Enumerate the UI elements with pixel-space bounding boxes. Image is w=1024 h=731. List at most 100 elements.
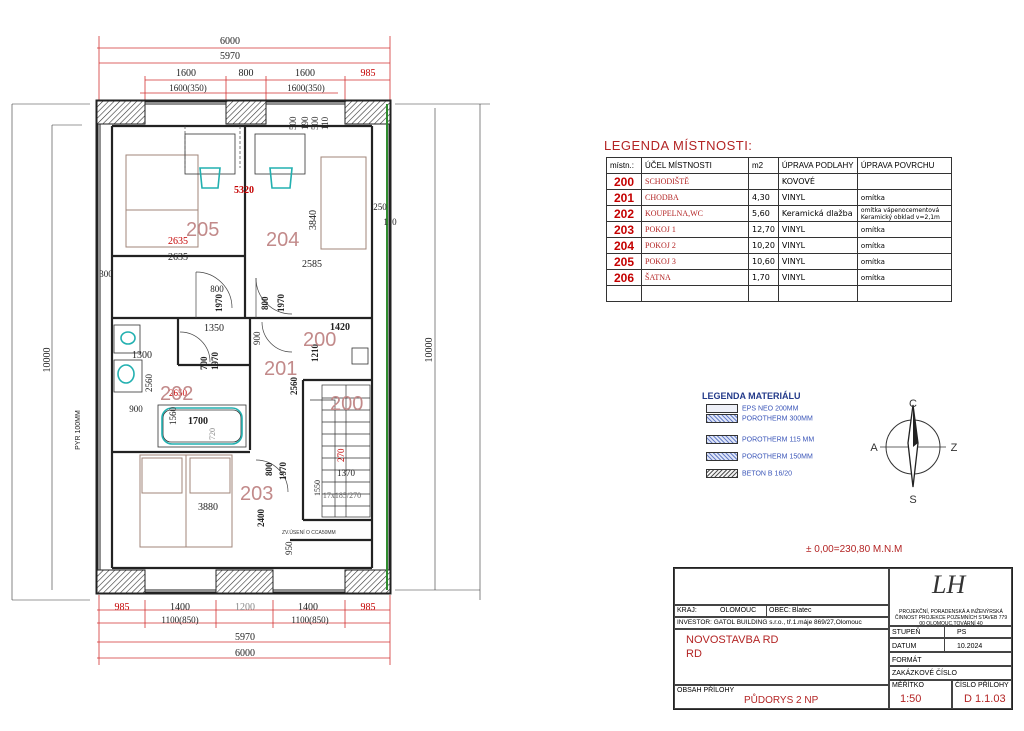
dim-label: 800 bbox=[210, 284, 224, 294]
dim-side-note: PYR 100MM bbox=[75, 410, 82, 450]
material-item: BETON B 16/20 bbox=[706, 469, 792, 478]
dim-label: 1600 bbox=[176, 68, 196, 79]
room-area: 5,60 bbox=[748, 205, 779, 222]
title-block: LH PROJEKČNÍ, PORADENSKÁ A INŽENÝRSKÁ ČI… bbox=[673, 567, 1013, 710]
dim-label: 1400 bbox=[298, 602, 318, 613]
dim-label: 800 bbox=[239, 68, 254, 79]
room-wall: omítka bbox=[856, 253, 953, 270]
plan-note: ZV.ÚSENÍ O CCA50MM bbox=[282, 529, 336, 536]
col-header: ÚČEL MÍSTNOSTI bbox=[641, 157, 749, 174]
project-title: NOVOSTAVBA RD bbox=[686, 634, 779, 646]
company-info: PROJEKČNÍ, PORADENSKÁ A INŽENÝRSKÁ ČINNO… bbox=[894, 609, 1008, 627]
table-row: 202 KOUPELNA,WC 5,60 Keramická dlažba om… bbox=[606, 205, 953, 222]
kraj-value: OLOMOUC bbox=[720, 607, 757, 614]
datum-label: DATUM bbox=[892, 643, 917, 650]
compass-north: C bbox=[909, 398, 917, 410]
col-header: místn.: bbox=[606, 157, 642, 174]
material-item: POROTHERM 300MM bbox=[706, 414, 813, 423]
room-name: CHODBA bbox=[641, 189, 749, 206]
priloha-value: D 1.1.03 bbox=[964, 693, 1006, 705]
dim-label: 1370 bbox=[337, 468, 356, 478]
zakazka-label: ZAKÁZKOVÉ ČÍSLO bbox=[892, 670, 957, 677]
room-name: POKOJ 2 bbox=[641, 237, 749, 254]
room-id: 200 bbox=[606, 173, 642, 190]
datum-value: 10.2024 bbox=[957, 643, 983, 650]
dim-label: 985 bbox=[115, 602, 130, 613]
dim-label: 1350 bbox=[204, 323, 224, 334]
room-wall: omítka bbox=[856, 189, 953, 206]
room-floor: VINYL bbox=[777, 189, 858, 206]
dim-label: 1600(350) bbox=[287, 83, 325, 93]
dim-label: 2585 bbox=[302, 259, 322, 270]
room-floor: VINYL bbox=[777, 221, 858, 238]
material-label: POROTHERM 300MM bbox=[742, 415, 813, 423]
col-header: m2 bbox=[748, 157, 779, 174]
dim-inner-bottom: 5970 bbox=[235, 632, 255, 643]
room-legend-title: LEGENDA MÍSTNOSTI: bbox=[604, 138, 753, 153]
dim-label: 1560 bbox=[168, 407, 178, 426]
room-legend-table: místn.: ÚČEL MÍSTNOSTI m2 ÚPRAVA PODLAHY… bbox=[606, 157, 953, 302]
room-number-200: 200 bbox=[303, 329, 336, 351]
compass-east: Z bbox=[951, 442, 958, 454]
table-row: 200 SCHODIŠTĚ KOVOVÉ bbox=[606, 173, 953, 190]
stupen-value: PS bbox=[957, 629, 967, 636]
obec-label: OBEC: bbox=[769, 607, 791, 614]
material-swatch bbox=[706, 404, 738, 413]
table-row: 205 POKOJ 3 10,60 VINYL omítka bbox=[606, 253, 953, 270]
dim-label: 300 bbox=[99, 269, 113, 279]
elevation-reference: ± 0,00=230,80 M.N.M bbox=[806, 544, 903, 555]
room-area: 4,30 bbox=[748, 189, 779, 206]
dim-side-right: 10000 bbox=[424, 338, 435, 363]
priloha-label: ČÍSLO PŘÍLOHY bbox=[955, 682, 1009, 689]
dim-label: 950 bbox=[284, 541, 294, 555]
room-floor: KOVOVÉ bbox=[777, 173, 858, 190]
room-name: SCHODIŠTĚ bbox=[641, 173, 749, 190]
company-logo: LH bbox=[932, 570, 966, 599]
dim-label: 2635 bbox=[168, 236, 188, 247]
room-area: 12,70 bbox=[748, 221, 779, 238]
dim-label: 190 bbox=[300, 116, 310, 130]
room-numbers: 205 204 200 201 202 200 203 bbox=[160, 219, 363, 505]
room-id: 202 bbox=[606, 205, 642, 222]
room-floor: VINYL bbox=[777, 269, 858, 286]
material-swatch bbox=[706, 452, 738, 461]
dim-label: 500 bbox=[288, 116, 298, 130]
compass-rose-icon: C S A Z bbox=[870, 398, 958, 505]
compass-south: S bbox=[909, 494, 916, 505]
col-header: ÚPRAVA PODLAHY bbox=[777, 157, 858, 174]
table-row: 203 POKOJ 1 12,70 VINYL omítka bbox=[606, 221, 953, 238]
material-item: POROTHERM 115 MM bbox=[706, 435, 814, 444]
dim-overall-bottom: 6000 bbox=[235, 648, 255, 659]
dim-label: 500 bbox=[310, 116, 320, 130]
table-header-row: místn.: ÚČEL MÍSTNOSTI m2 ÚPRAVA PODLAHY… bbox=[606, 157, 953, 174]
room-floor: Keramická dlažba bbox=[777, 205, 858, 222]
dim-label: 1550 bbox=[313, 480, 322, 496]
room-number-204: 204 bbox=[266, 229, 299, 251]
dim-label: 2560 bbox=[144, 374, 154, 393]
plan-dimension-labels: 6000 5970 1600 800 1600 985 1600(350) 16… bbox=[42, 36, 435, 659]
floor-plan: 6000 5970 1600 800 1600 985 1600(350) 16… bbox=[11, 36, 490, 665]
room-floor: VINYL bbox=[777, 253, 858, 270]
dim-label: 1100(850) bbox=[291, 615, 328, 625]
room-wall: omítka vápenocementová Keramický obklad … bbox=[856, 205, 953, 222]
dim-label: 800 bbox=[260, 296, 270, 310]
meritko-label: MĚŘÍTKO bbox=[892, 682, 924, 689]
dim-label: 1600 bbox=[295, 68, 315, 79]
dim-side-left: 10000 bbox=[42, 348, 53, 373]
dim-label: 1300 bbox=[132, 350, 152, 361]
material-legend-title: LEGENDA MATERIÁLU bbox=[702, 391, 801, 401]
room-wall: omítka bbox=[856, 269, 953, 286]
dim-label: 1970 bbox=[276, 294, 286, 313]
room-wall: omítka bbox=[856, 237, 953, 254]
format-label: FORMÁT bbox=[892, 657, 922, 664]
room-area bbox=[748, 173, 779, 190]
obsah-label: OBSAH PŘÍLOHY bbox=[677, 687, 735, 694]
investor-info: INVESTOR: GATOL BUILDING s.r.o., tř.1.má… bbox=[677, 619, 862, 626]
dim-label: 270 bbox=[336, 448, 346, 462]
room-area: 1,70 bbox=[748, 269, 779, 286]
dim-label: 1970 bbox=[214, 294, 224, 313]
room-wall bbox=[856, 173, 953, 190]
room-id: 206 bbox=[606, 269, 642, 286]
obsah-value: PŮDORYS 2 NP bbox=[744, 695, 819, 706]
room-id: 201 bbox=[606, 189, 642, 206]
